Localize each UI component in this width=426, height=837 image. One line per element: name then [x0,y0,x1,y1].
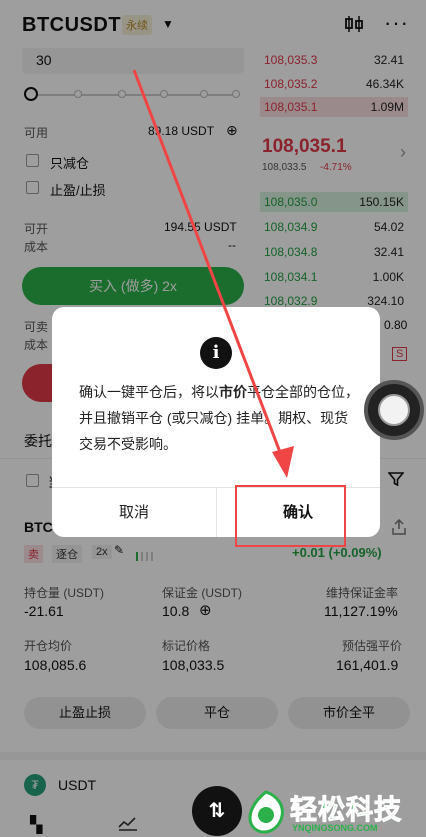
watermark-title: 轻松科技 [290,795,402,826]
watermark-url: YNQINGSONG.COM [292,823,378,833]
watermark: 轻松科技 YNQINGSONG.COM [244,788,426,837]
swap-icon[interactable]: ⇅ [192,786,242,836]
floating-assistive-button[interactable] [364,380,424,440]
annotation-arrow [132,69,294,478]
watermark-logo [248,790,284,834]
